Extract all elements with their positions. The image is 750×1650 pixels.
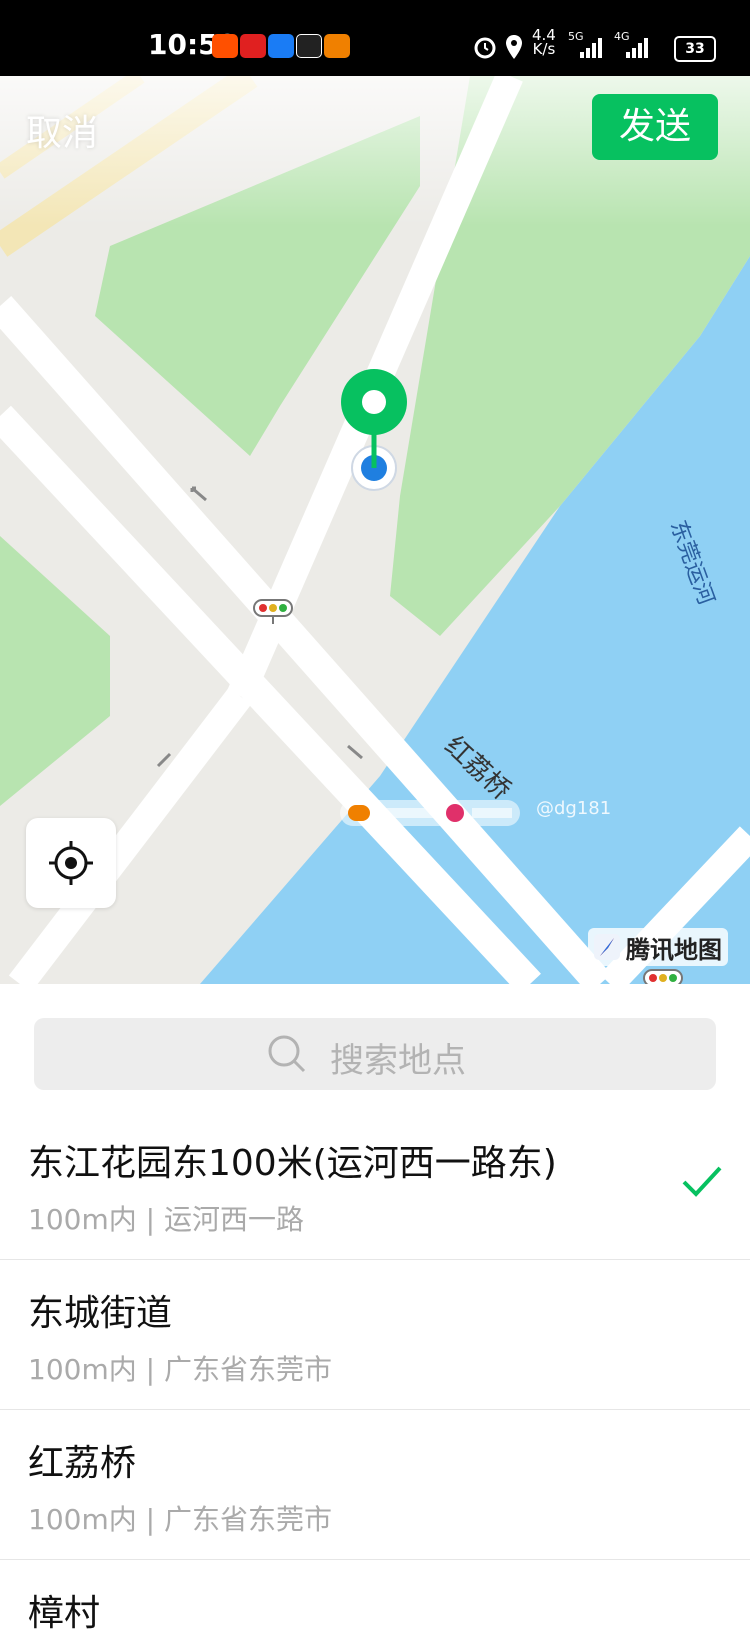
- net-speed: 4.4 K/s: [532, 28, 556, 58]
- road-arrow-icon-3: [347, 744, 363, 760]
- weibo-app-icon: [268, 34, 294, 58]
- watermark-text-icon-2: [472, 808, 512, 818]
- watermark: [340, 800, 520, 826]
- list-item-title: 樟村: [28, 1593, 101, 1634]
- crosshair-icon: [49, 841, 93, 885]
- location-status-icon: [506, 35, 522, 59]
- list-item[interactable]: 东江花园东100米(运河西一路东) 100m内 | 运河西一路: [0, 1110, 750, 1260]
- list-item-subtitle: 100m内 | 广东省东莞市: [28, 1503, 332, 1536]
- search-input[interactable]: 搜索地点: [34, 1018, 716, 1090]
- locate-me-button[interactable]: [26, 818, 116, 908]
- list-item-title: 东城街道: [28, 1293, 173, 1334]
- search-placeholder: 搜索地点: [330, 1041, 466, 1081]
- park-area-3: [0, 536, 110, 806]
- list-item-title: 东江花园东100米(运河西一路东): [28, 1143, 557, 1184]
- traffic-light-icon-2: [643, 969, 683, 984]
- list-item-subtitle: 100m内 | 广东省东莞市: [28, 1353, 332, 1386]
- list-item-subtitle: 100m内 | 运河西一路: [28, 1203, 304, 1236]
- search-icon: [268, 1035, 306, 1073]
- checkmark-icon: [682, 1166, 722, 1197]
- tencent-map-logo-icon: [594, 934, 620, 960]
- app-notification-icon-2: [324, 34, 350, 58]
- app-notification-icon: [240, 34, 266, 58]
- signal-icon-2: [626, 38, 648, 58]
- list-item[interactable]: 红荔桥 100m内 | 广东省东莞市: [0, 1410, 750, 1560]
- cancel-button[interactable]: 取消: [26, 104, 98, 156]
- road-arrow-icon: [190, 486, 207, 502]
- hand-app-icon: [296, 34, 322, 58]
- watermark-logo-icon-2: [446, 804, 464, 822]
- net-speed-unit: K/s: [532, 40, 556, 58]
- road-arrow-icon-2: [156, 752, 172, 768]
- bottom-sheet: 搜索地点 东江花园东100米(运河西一路东) 100m内 | 运河西一路 东城街…: [0, 984, 750, 1650]
- list-item[interactable]: 樟村: [0, 1560, 750, 1650]
- map-brand: 腾讯地图: [588, 928, 728, 966]
- battery-indicator: 33: [674, 36, 716, 62]
- alarm-icon: [474, 37, 496, 59]
- watermark-handle: @dg181: [536, 798, 612, 819]
- map-brand-label: 腾讯地图: [626, 935, 722, 964]
- signal-icon-1: [580, 38, 602, 58]
- list-item-title: 红荔桥: [28, 1443, 137, 1484]
- taobao-app-icon: [212, 34, 238, 58]
- watermark-logo-icon: [348, 805, 370, 821]
- status-bar: 10:50 4.4 K/s 5G 4G 33: [0, 0, 750, 76]
- send-button[interactable]: 发送: [592, 94, 718, 160]
- list-item[interactable]: 东城街道 100m内 | 广东省东莞市: [0, 1260, 750, 1410]
- watermark-text-icon: [378, 808, 438, 818]
